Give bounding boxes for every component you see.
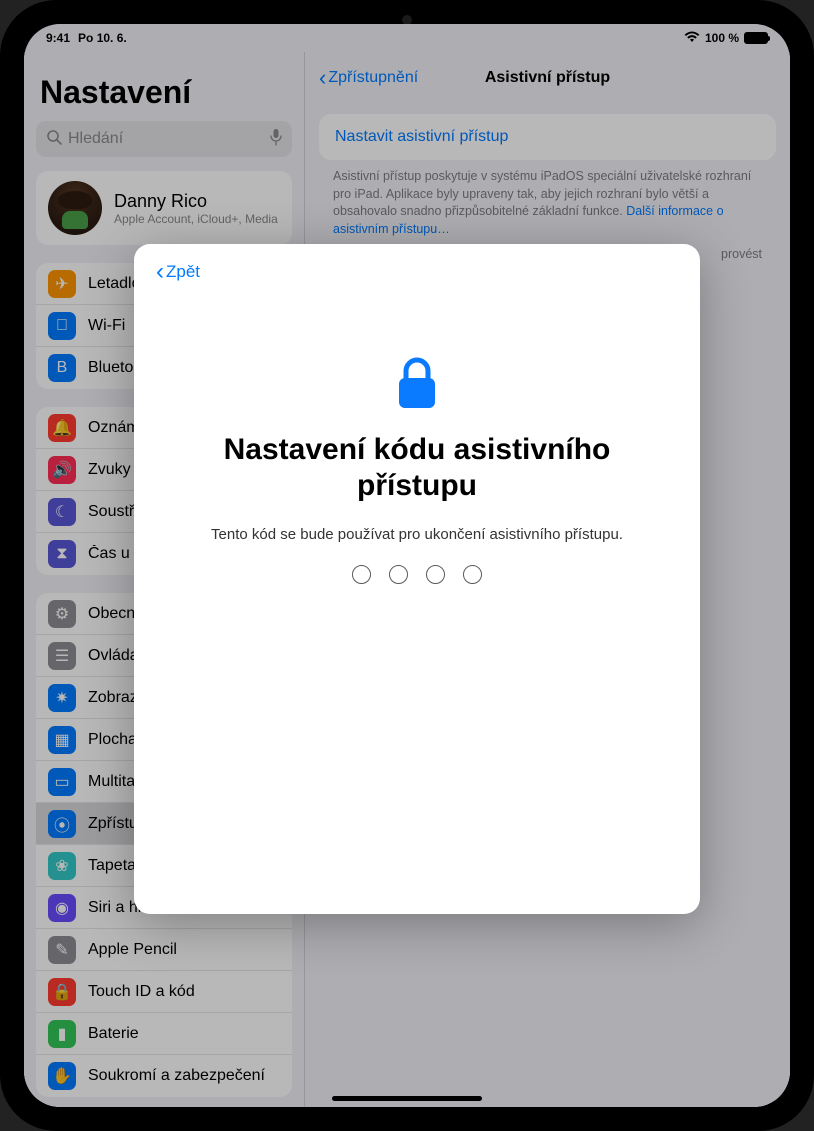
passcode-dot [352,565,371,584]
modal-title: Nastavení kódu asistivního přístupu [207,432,627,504]
modal-back-button[interactable]: ‹ Zpět [156,260,200,284]
passcode-dot [426,565,445,584]
modal-back-label: Zpět [166,262,200,282]
passcode-dot [389,565,408,584]
modal-description: Tento kód se bude používat pro ukončení … [211,526,623,543]
home-indicator[interactable] [332,1096,482,1101]
passcode-field[interactable] [352,565,482,584]
lock-icon [394,356,440,412]
passcode-dot [463,565,482,584]
chevron-left-icon: ‹ [156,260,164,284]
passcode-setup-modal: ‹ Zpět Nastavení kódu asistivního přístu… [134,244,700,914]
